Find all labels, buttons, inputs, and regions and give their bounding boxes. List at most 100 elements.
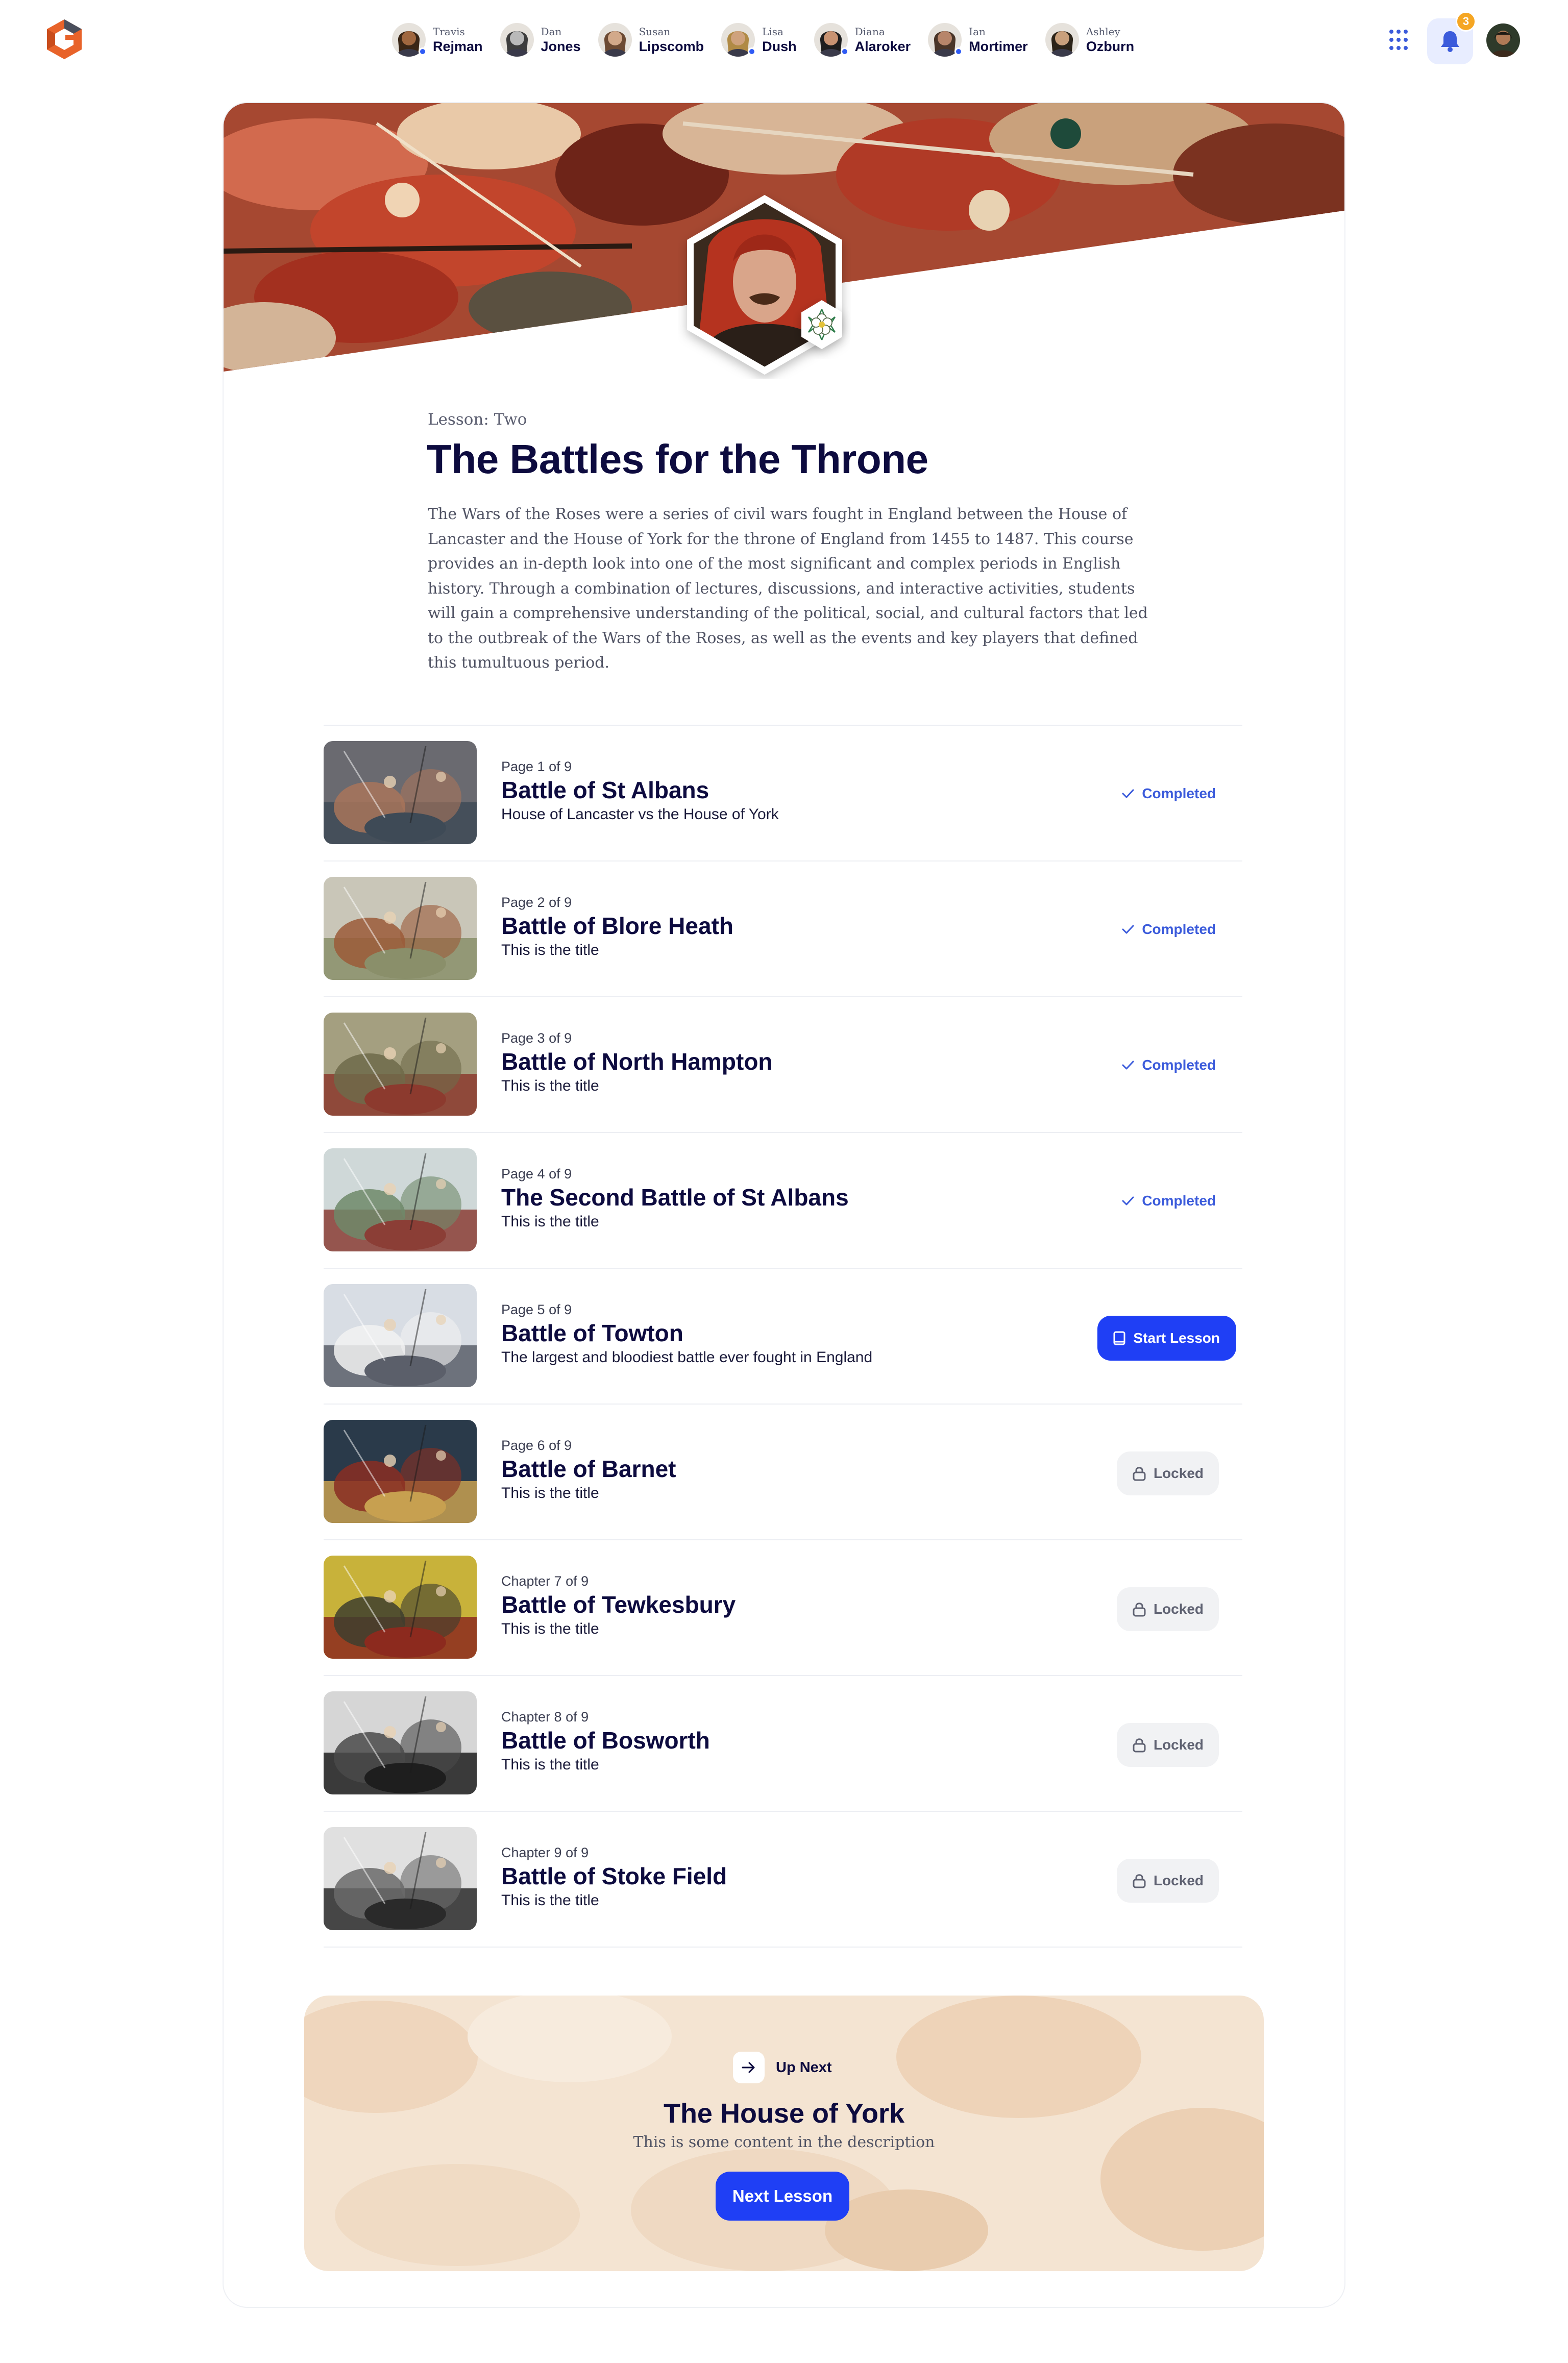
- status-label: Completed: [1142, 1193, 1216, 1209]
- page-number: Page 5 of 9: [501, 1302, 572, 1317]
- page-text: Page 1 of 9 Battle of St Albans House of L…: [501, 758, 779, 824]
- page-title: Battle of Tewkesbury: [501, 1591, 736, 1618]
- top-navigation: Travis Rejman Dan Jones Susan Lipscomb Lisa Dus…: [0, 0, 1568, 82]
- completed-status: Completed: [1121, 780, 1216, 807]
- lesson-description: The Wars of the Roses were a series of c…: [428, 505, 1148, 672]
- person-name: Travis Rejman: [433, 27, 483, 54]
- avatar: [598, 23, 632, 57]
- check-icon: [1122, 925, 1134, 934]
- page-number: Page 2 of 9: [501, 895, 572, 910]
- lesson-number-label: Lesson: Two: [428, 410, 527, 429]
- page-text: Page 3 of 9 Battle of North Hampton This i…: [501, 1030, 773, 1095]
- person-name: Dan Jones: [541, 27, 581, 54]
- page-text: Chapter 9 of 9 Battle of Stoke Field This …: [501, 1844, 727, 1910]
- lesson-page-row[interactable]: Chapter 9 of 9 Battle of Stoke Field This …: [324, 1812, 1242, 1948]
- locked-status: Locked: [1116, 1859, 1219, 1903]
- next-lesson-button[interactable]: Next Lesson: [716, 2172, 849, 2221]
- lesson-page-row[interactable]: Page 4 of 9 The Second Battle of St Alban…: [324, 1133, 1242, 1269]
- lesson-page-row[interactable]: Page 3 of 9 Battle of North Hampton This i…: [324, 997, 1242, 1133]
- lesson-page-row[interactable]: Chapter 7 of 9 Battle of Tewkesbury This i…: [324, 1540, 1242, 1676]
- current-user-avatar[interactable]: [1486, 23, 1520, 57]
- person-name: Lisa Dush: [762, 27, 797, 54]
- person-name: Ashley Ozburn: [1086, 27, 1135, 54]
- page-title: Battle of Stoke Field: [501, 1863, 727, 1889]
- page-text: Page 2 of 9 Battle of Blore Heath This is …: [501, 894, 733, 959]
- person-last-name: Ozburn: [1086, 38, 1135, 54]
- page-subtitle: This is the title: [501, 942, 599, 958]
- person-first-name: Dan: [541, 25, 562, 38]
- page-thumbnail: [324, 1556, 477, 1659]
- grid-dot: [1404, 38, 1408, 42]
- check-icon: [1122, 1196, 1134, 1205]
- person-rejman[interactable]: Travis Rejman: [392, 23, 483, 57]
- lesson-card: Lesson: Two The Battles for the Throne T…: [223, 102, 1345, 2308]
- page-thumbnail: [324, 1284, 477, 1387]
- person-alaroker[interactable]: Diana Alaroker: [814, 23, 911, 57]
- arrow-glyph: [742, 2062, 755, 2073]
- lesson-page-list: Page 1 of 9 Battle of St Albans House of L…: [324, 725, 1242, 1948]
- lesson-page-row[interactable]: Page 6 of 9 Battle of Barnet This is the t…: [324, 1405, 1242, 1540]
- status-label: Completed: [1142, 921, 1216, 937]
- avatar: [500, 23, 534, 57]
- online-status-dot: [954, 47, 963, 56]
- person-name: Susan Lipscomb: [639, 27, 704, 54]
- lock-icon: [1133, 1467, 1146, 1481]
- lesson-page-row[interactable]: Page 5 of 9 Battle of Towton The largest a…: [324, 1269, 1242, 1405]
- person-name: Diana Alaroker: [855, 27, 911, 54]
- start-lesson-button[interactable]: Start Lesson: [1097, 1316, 1236, 1361]
- person-jones[interactable]: Dan Jones: [500, 23, 581, 57]
- grid-dot: [1404, 46, 1408, 50]
- lesson-emblem: [687, 195, 842, 375]
- check-icon: [1122, 789, 1134, 798]
- page-subtitle: This is the title: [501, 1213, 599, 1230]
- lesson-page-row[interactable]: Chapter 8 of 9 Battle of Bosworth This is …: [324, 1676, 1242, 1812]
- page-number: Chapter 9 of 9: [501, 1845, 589, 1860]
- grid-dot: [1389, 30, 1393, 34]
- up-next-pill: Up Next: [733, 2052, 832, 2083]
- person-dush[interactable]: Lisa Dush: [721, 23, 797, 57]
- apps-grid-button[interactable]: [1389, 30, 1411, 51]
- person-lipscomb[interactable]: Susan Lipscomb: [598, 23, 704, 57]
- page-thumbnail: [324, 1148, 477, 1251]
- person-mortimer[interactable]: Ian Mortimer: [928, 23, 1028, 57]
- page-subtitle: House of Lancaster vs the House of York: [501, 806, 779, 823]
- page-subtitle: This is the title: [501, 1485, 599, 1502]
- page-thumbnail: [324, 1827, 477, 1930]
- page-subtitle: This is the title: [501, 1892, 599, 1909]
- page-title: Battle of Barnet: [501, 1456, 676, 1482]
- person-last-name: Lipscomb: [639, 38, 704, 54]
- lock-icon: [1133, 1738, 1146, 1753]
- app-logo[interactable]: [45, 18, 84, 60]
- completed-status: Completed: [1121, 1188, 1216, 1214]
- status-label: Completed: [1142, 785, 1216, 801]
- page-text: Chapter 7 of 9 Battle of Tewkesbury This i…: [501, 1573, 736, 1638]
- bell-icon: [1441, 31, 1459, 52]
- lesson-page-row[interactable]: Page 2 of 9 Battle of Blore Heath This is …: [324, 861, 1242, 997]
- grid-dot: [1396, 30, 1401, 34]
- page-subtitle: This is the title: [501, 1620, 599, 1637]
- person-ozburn[interactable]: Ashley Ozburn: [1045, 23, 1135, 57]
- page-thumbnail: [324, 1013, 477, 1116]
- online-people-list: Travis Rejman Dan Jones Susan Lipscomb Lisa Dus…: [392, 21, 1152, 58]
- page-thumbnail: [324, 877, 477, 980]
- status-label: Locked: [1153, 1873, 1204, 1888]
- up-next-title: The House of York: [663, 2098, 905, 2129]
- page-title: Battle of Blore Heath: [501, 913, 733, 939]
- page-text: Page 5 of 9 Battle of Towton The largest a…: [501, 1301, 872, 1367]
- lesson-title: The Battles for the Throne: [427, 436, 928, 482]
- online-status-dot: [840, 47, 849, 56]
- person-first-name: Ian: [969, 25, 986, 38]
- person-last-name: Alaroker: [854, 38, 911, 54]
- page-title: The Second Battle of St Albans: [501, 1184, 849, 1211]
- status-label: Locked: [1153, 1737, 1204, 1753]
- person-last-name: Jones: [541, 38, 581, 54]
- person-photo: [598, 23, 632, 57]
- person-name: Ian Mortimer: [969, 27, 1028, 54]
- page-subtitle: The largest and bloodiest battle ever fo…: [501, 1349, 873, 1366]
- avatar: [928, 23, 963, 57]
- page-number: Page 1 of 9: [501, 759, 572, 774]
- status-label: Locked: [1153, 1465, 1204, 1481]
- lesson-page-row[interactable]: Page 1 of 9 Battle of St Albans House of L…: [324, 726, 1242, 861]
- person-photo: [1045, 23, 1079, 57]
- person-last-name: Rejman: [433, 38, 483, 54]
